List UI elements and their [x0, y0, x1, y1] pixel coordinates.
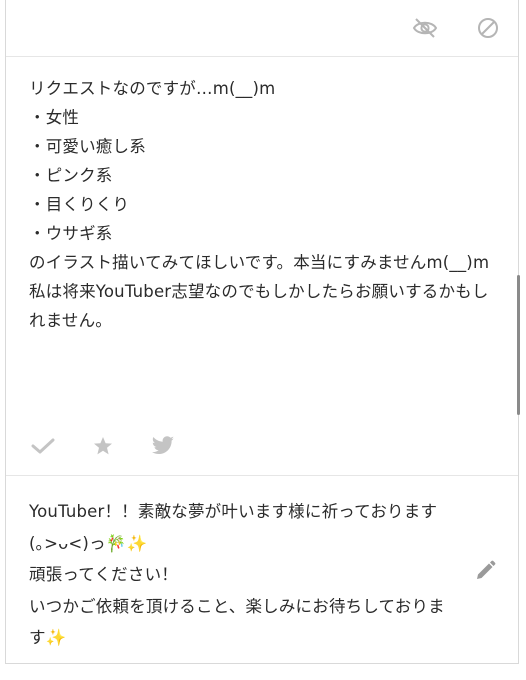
question-text: リクエストなのですが…m(__)m ・女性 ・可愛い癒し系 ・ピンク系 ・目くり… — [29, 79, 490, 330]
pencil-icon — [477, 560, 496, 579]
block-icon — [478, 18, 498, 38]
check-icon — [31, 438, 55, 454]
tweet-button[interactable] — [148, 433, 178, 459]
star-icon — [94, 437, 112, 455]
hide-button[interactable] — [412, 15, 438, 41]
question-actions — [28, 433, 178, 459]
card-toolbar — [6, 0, 518, 57]
answer-check-button[interactable] — [28, 433, 58, 459]
block-button[interactable] — [475, 15, 501, 41]
eye-off-icon — [412, 18, 438, 38]
scrollbar[interactable] — [517, 275, 520, 415]
question-card: リクエストなのですが…m(__)m ・女性 ・可愛い癒し系 ・ピンク系 ・目くり… — [5, 0, 520, 664]
answer-text: YouTuber！！素敵な夢が叶います様に祈っております(｡>ᴗ<)っ🎋✨ 頑張… — [29, 502, 445, 647]
favorite-button[interactable] — [88, 433, 118, 459]
section-divider — [6, 475, 518, 476]
twitter-icon — [151, 436, 174, 454]
edit-answer-button[interactable] — [472, 558, 498, 584]
